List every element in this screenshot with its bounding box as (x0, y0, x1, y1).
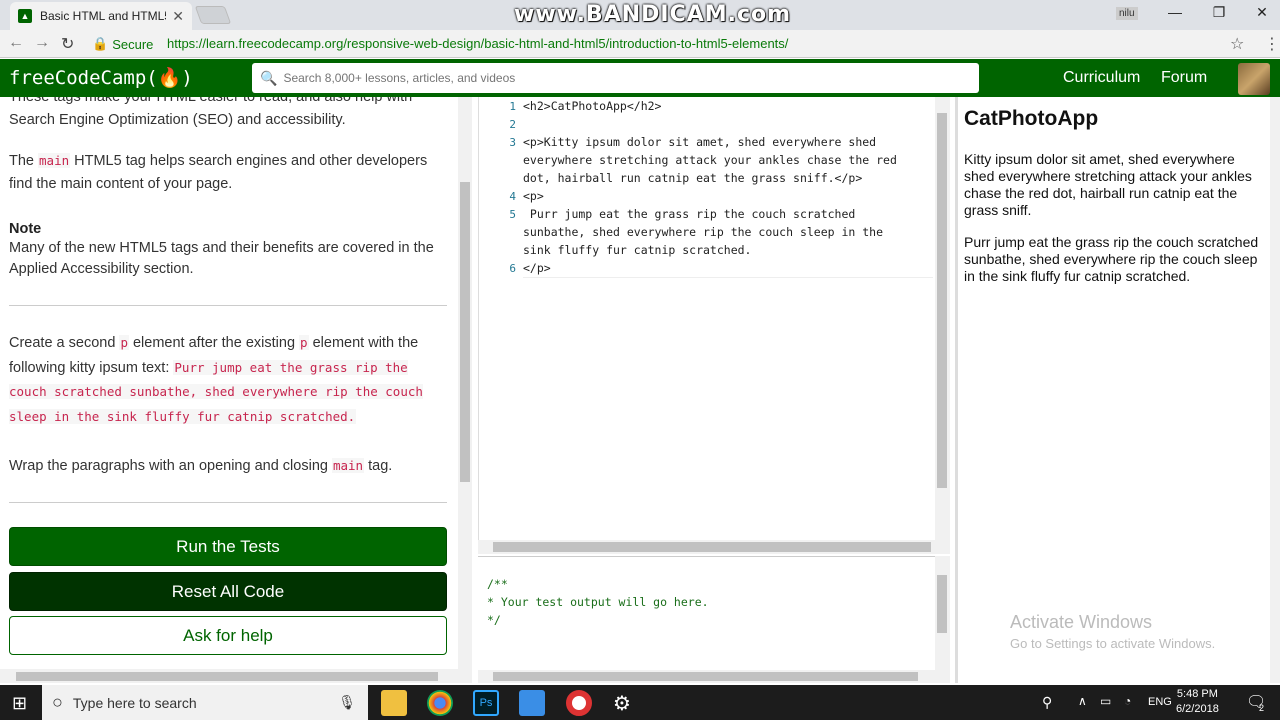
url-field[interactable]: https://learn.freecodecamp.org/responsiv… (167, 36, 788, 51)
file-explorer-icon[interactable] (381, 690, 407, 716)
line-number: 3 (509, 136, 516, 149)
clock-time: 5:48 PM (1176, 688, 1218, 700)
text-fragment: tag. (364, 458, 393, 474)
code-line[interactable]: <p>Kitty ipsum dolor sit amet, shed ever… (523, 133, 897, 187)
test-output-panel (478, 556, 950, 670)
lesson-hscrollbar-thumb[interactable] (16, 672, 438, 681)
chevron-up-icon[interactable]: ∧ (1078, 694, 1087, 708)
microphone-icon[interactable]: 🎙 (338, 694, 356, 711)
activation-title: Activate Windows (1010, 612, 1153, 632)
reset-code-button[interactable]: Reset All Code (9, 572, 447, 611)
output-line: * Your test output will go here. (487, 595, 709, 609)
activation-subtitle: Go to Settings to activate Windows. (1010, 636, 1216, 651)
lesson-panel: These tags make your HTML easier to read… (0, 97, 472, 669)
settings-gear-icon[interactable]: ⚙ (613, 691, 631, 716)
taskbar-search[interactable]: ○ Type here to search 🎙 (42, 685, 368, 720)
preview-paragraph: Purr jump eat the grass rip the couch sc… (964, 234, 1259, 284)
lesson-paragraph-main: The main HTML5 tag helps search engines … (9, 149, 449, 196)
secure-label: Secure (112, 36, 154, 52)
nav-curriculum-link[interactable]: Curriculum (1063, 69, 1140, 87)
nav-forum-link[interactable]: Forum (1161, 69, 1207, 87)
secure-indicator[interactable]: 🔒 Secure (92, 36, 153, 52)
text-fragment: Wrap the paragraphs with an opening and … (9, 458, 332, 474)
lock-icon: 🔒 (92, 36, 109, 51)
bandicam-watermark: www.BANDICAM.com (514, 2, 792, 27)
bookmark-star-icon[interactable]: ☆ (1230, 34, 1244, 54)
chrome-icon[interactable] (427, 690, 453, 716)
wrap-instructions: Wrap the paragraphs with an opening and … (9, 454, 449, 478)
output-scrollbar-thumb[interactable] (937, 575, 947, 633)
editor-scrollbar-thumb[interactable] (937, 113, 947, 488)
inline-code: main (38, 153, 71, 168)
taskbar-search-placeholder: Type here to search (72, 694, 197, 711)
preview-scrollbar[interactable] (1270, 97, 1280, 683)
output-line: */ (487, 613, 501, 627)
profile-badge[interactable]: nilu (1116, 7, 1138, 20)
inline-code: p (299, 335, 309, 350)
task-instructions: Create a second p element after the exis… (9, 331, 449, 429)
photoshop-icon[interactable]: Ps (473, 690, 499, 716)
new-tab-button[interactable] (194, 6, 232, 24)
user-avatar[interactable] (1238, 63, 1270, 95)
reload-icon[interactable]: ↻ (61, 34, 74, 54)
line-number: 6 (509, 262, 516, 275)
line-number: 1 (509, 100, 516, 113)
taskbar-clock[interactable]: 5:48 PM 6/2/2018 (1176, 687, 1219, 717)
divider (9, 305, 447, 306)
browser-menu-icon[interactable]: ⋮ (1264, 34, 1280, 54)
preview-paragraph: Kitty ipsum dolor sit amet, shed everywh… (964, 151, 1252, 218)
text-fragment: Create a second (9, 335, 120, 351)
wifi-icon[interactable]: ◔ (1124, 694, 1131, 708)
app-icon[interactable] (519, 690, 545, 716)
minimize-button[interactable]: — (1160, 4, 1190, 20)
language-indicator[interactable]: ENG (1148, 696, 1172, 708)
text-fragment: HTML5 tag helps search engines and other… (9, 153, 428, 192)
search-icon: 🔍 (260, 69, 278, 86)
ask-help-button[interactable]: Ask for help (9, 616, 447, 655)
notification-count: 2 (1259, 703, 1265, 713)
preview-heading: CatPhotoApp (964, 107, 1099, 130)
line-number: 4 (509, 190, 516, 203)
lesson-paragraph-top: These tags make your HTML easier to read… (9, 97, 413, 128)
cortana-icon: ○ (52, 692, 63, 712)
record-icon[interactable] (566, 690, 592, 716)
output-line: /** (487, 577, 508, 591)
inline-code: main (331, 458, 365, 473)
freecodecamp-favicon-icon: ▲ (18, 9, 32, 23)
forward-icon[interactable]: → (34, 34, 50, 52)
divider (9, 502, 447, 503)
search-input[interactable] (283, 71, 964, 85)
code-line[interactable]: <h2>CatPhotoApp</h2> (523, 97, 661, 115)
restore-button[interactable]: ❐ (1204, 4, 1234, 21)
window-close-button[interactable]: ✕ (1247, 4, 1277, 21)
people-icon[interactable]: ⚲ (1042, 694, 1052, 711)
lesson-scrollbar-thumb[interactable] (460, 182, 470, 482)
run-tests-button[interactable]: Run the Tests (9, 527, 447, 566)
clock-date: 6/2/2018 (1176, 703, 1219, 715)
inline-code: p (119, 335, 129, 350)
code-line-active[interactable]: </p> (523, 259, 933, 278)
freecodecamp-logo[interactable]: freeCodeCamp(🔥) (9, 66, 193, 89)
line-number: 5 (509, 208, 516, 221)
back-icon[interactable]: ← (8, 34, 24, 52)
code-line[interactable]: <p> (523, 187, 544, 205)
tab-close-icon[interactable]: ✕ (172, 8, 184, 25)
code-line[interactable]: Purr jump eat the grass rip the couch sc… (523, 205, 883, 259)
editor-hscrollbar-thumb[interactable] (493, 542, 931, 552)
battery-icon[interactable]: ▭ (1100, 694, 1111, 708)
text-fragment: element after the existing (128, 335, 300, 351)
browser-tab[interactable]: ▲ Basic HTML and HTML5 · ✕ (10, 2, 192, 30)
windows-start-icon[interactable]: ⊞ (12, 693, 27, 714)
tab-title: Basic HTML and HTML5 · (40, 9, 167, 23)
output-hscrollbar-thumb[interactable] (493, 672, 918, 681)
note-text: Many of the new HTML5 tags and their ben… (9, 240, 434, 277)
site-search[interactable]: 🔍 (252, 63, 979, 93)
text-fragment: The (9, 153, 39, 169)
line-number: 2 (509, 118, 516, 131)
